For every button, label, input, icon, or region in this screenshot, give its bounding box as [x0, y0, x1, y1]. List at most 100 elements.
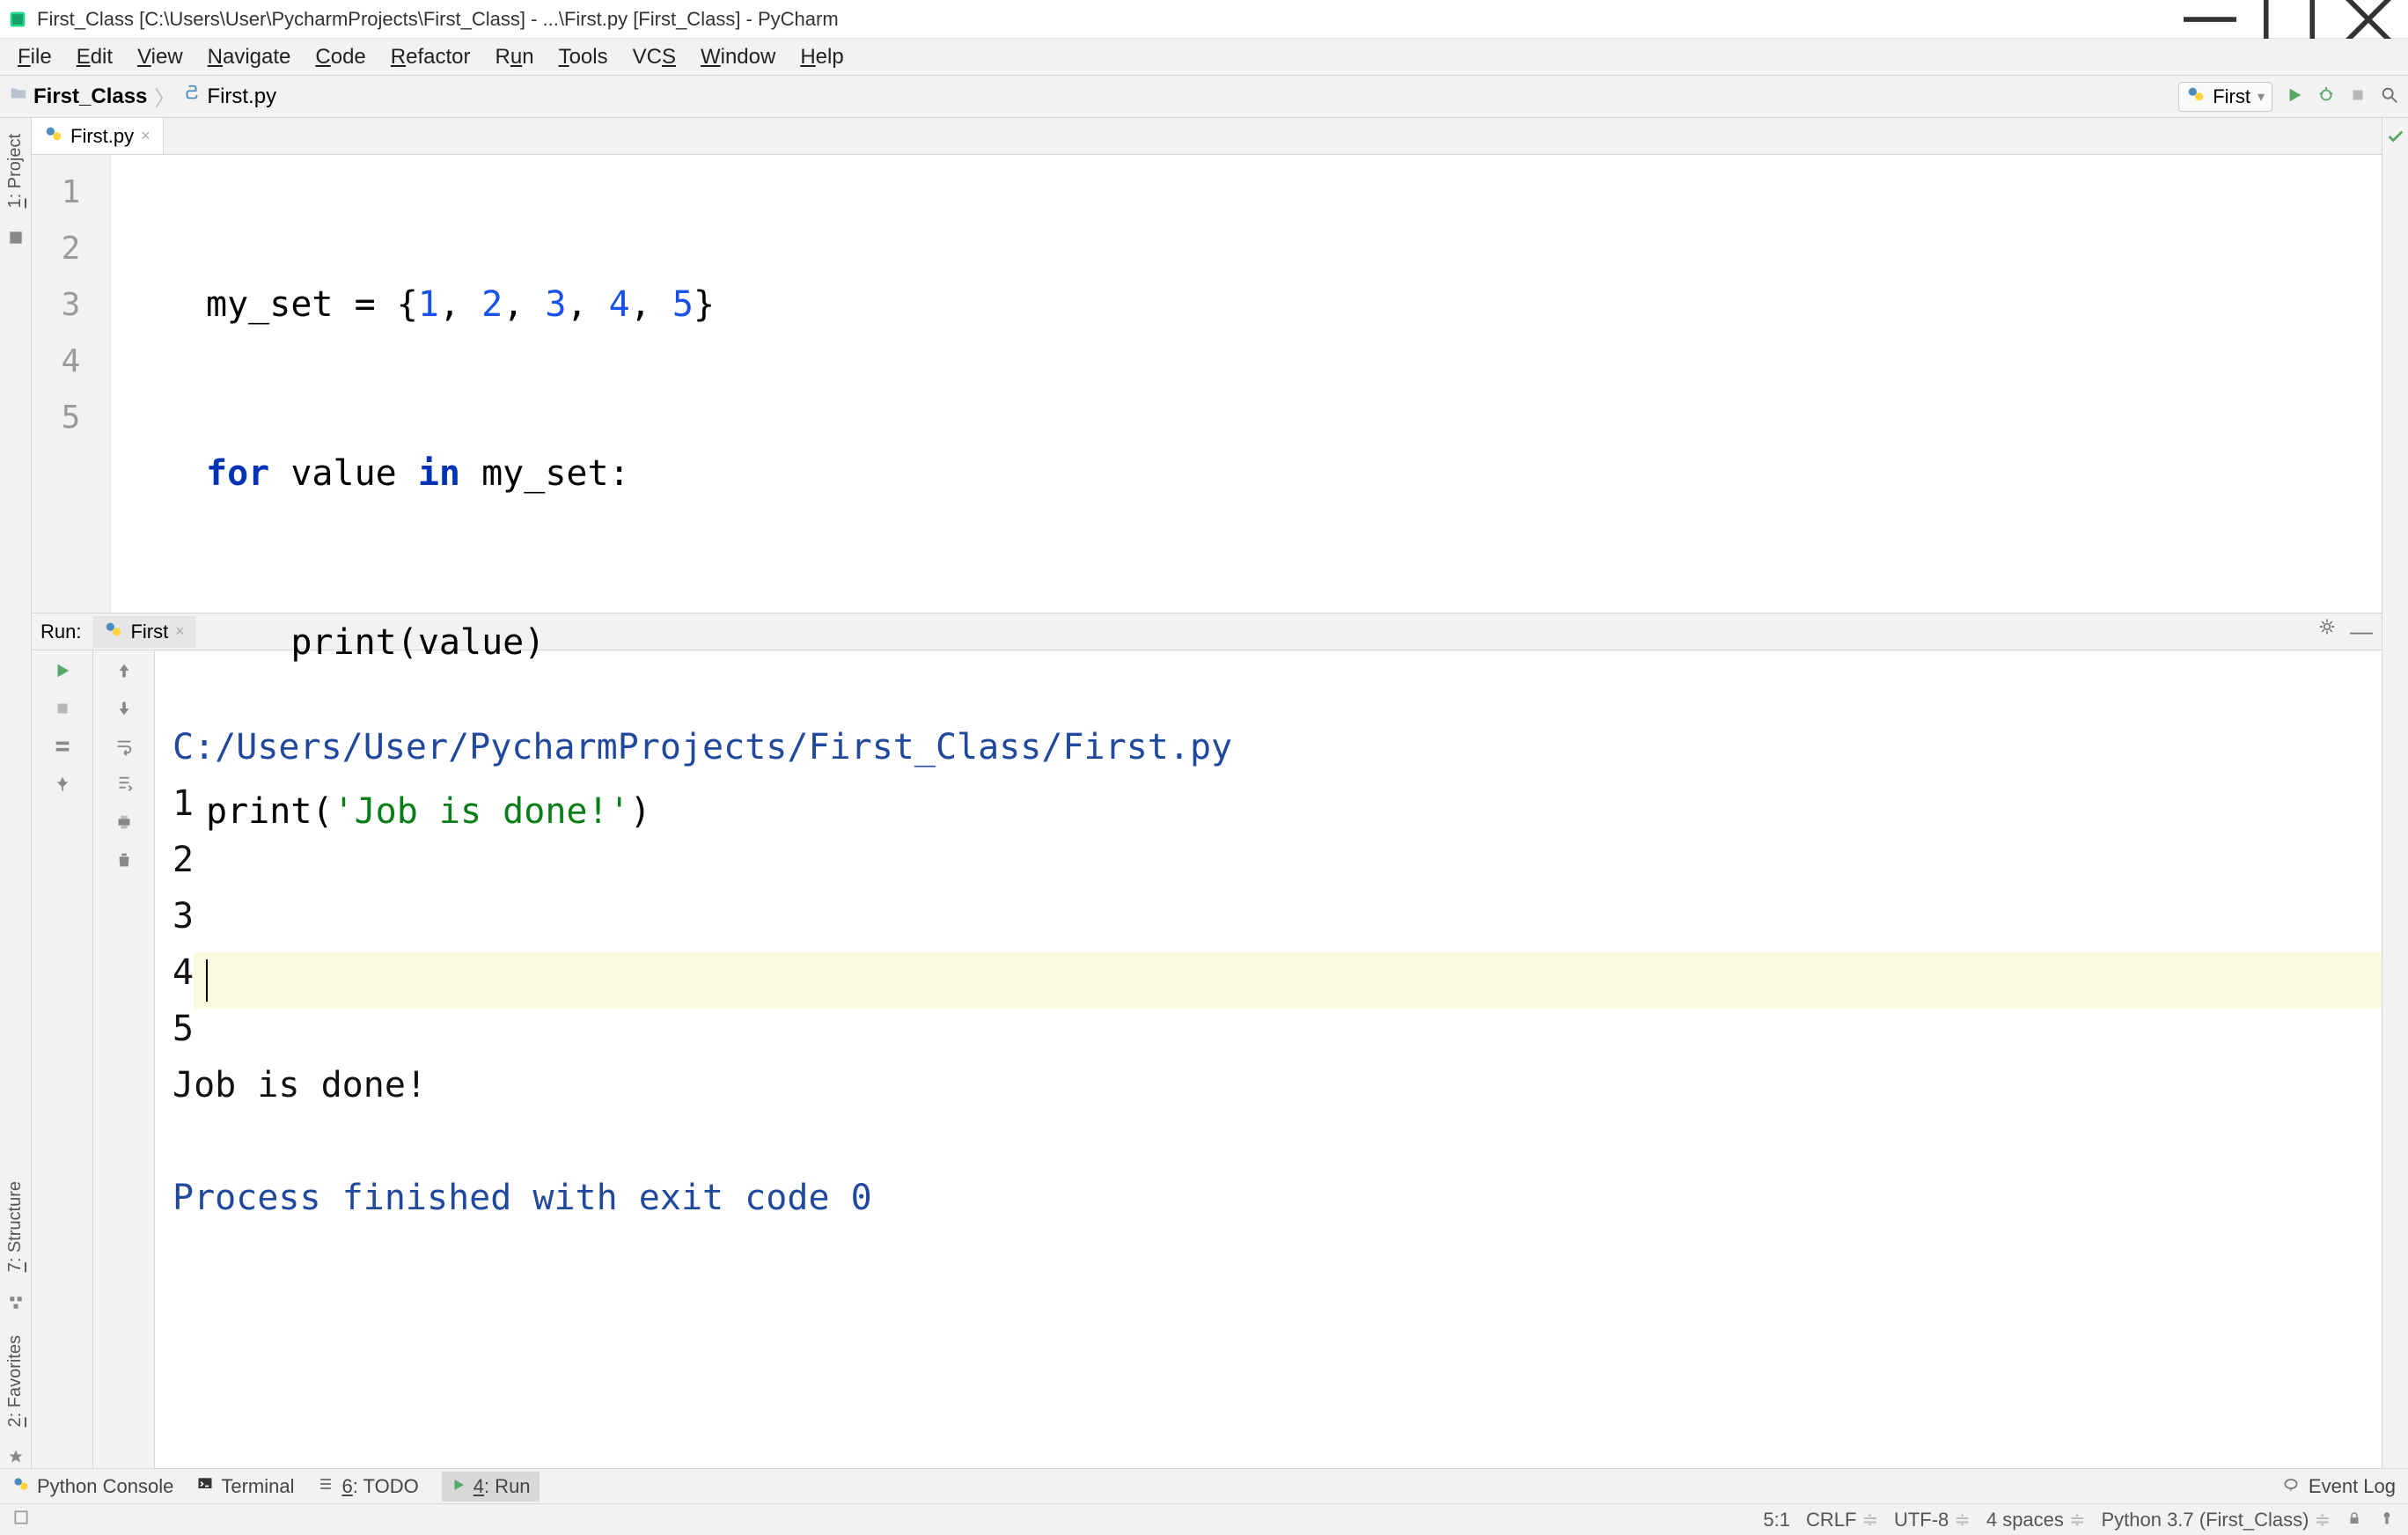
event-log-tab[interactable]: Event Log — [2309, 1475, 2396, 1498]
breadcrumb-project[interactable]: First_Class — [9, 84, 147, 109]
chevron-down-icon: ▾ — [2258, 88, 2265, 106]
run-button[interactable] — [2285, 85, 2304, 107]
menu-tools[interactable]: Tools — [547, 45, 620, 70]
right-tool-gutter — [2382, 118, 2408, 1468]
line-number: 4 — [32, 333, 110, 389]
menu-view[interactable]: View — [125, 45, 195, 70]
breadcrumb-separator: 〉 — [154, 81, 175, 112]
list-icon — [317, 1475, 334, 1498]
line-number: 2 — [32, 220, 110, 276]
line-number-gutter: 1 2 3 4 5 — [32, 155, 111, 613]
interpreter[interactable]: Python 3.7 (First_Class) ≑ — [2101, 1509, 2331, 1531]
line-number: 1 — [32, 164, 110, 220]
print-icon[interactable] — [114, 812, 134, 834]
menu-edit[interactable]: Edit — [64, 45, 125, 70]
inspector-icon[interactable] — [2378, 1509, 2396, 1531]
delete-icon[interactable] — [114, 850, 134, 872]
breadcrumb-file[interactable]: First.py — [182, 84, 276, 109]
bottom-tool-strip: Python Console Terminal 6: TODO 4: Run E… — [0, 1468, 2408, 1503]
terminal-tab[interactable]: Terminal — [196, 1475, 294, 1498]
lock-icon[interactable] — [2346, 1509, 2362, 1531]
favorites-tool-tab[interactable]: 2: Favorites — [4, 1326, 27, 1436]
run-sidebar-left — [32, 650, 93, 1468]
menu-vcs[interactable]: VCS — [620, 45, 688, 70]
output-line: 4 — [173, 952, 194, 993]
run-tab-bottom[interactable]: 4: Run — [442, 1472, 540, 1502]
code-line[interactable]: my_set = {1, 2, 3, 4, 5} — [194, 276, 2382, 333]
close-run-tab-icon[interactable]: × — [175, 622, 185, 641]
status-bar: 5:1 CRLF ≑ UTF-8 ≑ 4 spaces ≑ Python 3.7… — [0, 1503, 2408, 1535]
close-tab-icon[interactable]: × — [141, 127, 150, 145]
pycharm-icon — [7, 9, 28, 30]
down-arrow-icon[interactable] — [114, 699, 134, 721]
run-sidebar-right — [93, 650, 155, 1468]
caret-position[interactable]: 5:1 — [1763, 1509, 1790, 1531]
output-line: 2 — [173, 840, 194, 880]
structure-icon — [7, 1294, 25, 1314]
search-everywhere-button[interactable] — [2380, 85, 2399, 107]
menu-window[interactable]: Window — [688, 45, 788, 70]
window-title: First_Class [C:\Users\User\PycharmProjec… — [37, 8, 839, 31]
navigation-bar: First_Class 〉 First.py First ▾ — [0, 76, 2408, 118]
python-icon — [12, 1475, 30, 1498]
menu-bar: File Edit View Navigate Code Refactor Ru… — [0, 39, 2408, 76]
code-line[interactable]: for value in my_set: — [194, 445, 2382, 502]
play-icon — [451, 1475, 466, 1498]
indent[interactable]: 4 spaces ≑ — [1986, 1509, 2086, 1531]
menu-refactor[interactable]: Refactor — [378, 45, 483, 70]
process-finished: Process finished with exit code 0 — [173, 1178, 872, 1218]
rerun-icon[interactable] — [53, 661, 72, 683]
code-line[interactable] — [194, 952, 2382, 1009]
python-file-icon — [44, 124, 63, 149]
status-hint-icon[interactable] — [12, 1509, 30, 1531]
text-caret — [206, 959, 208, 1002]
project-icon — [7, 229, 25, 249]
terminal-icon — [196, 1475, 214, 1498]
up-arrow-icon[interactable] — [114, 661, 134, 683]
output-line: 3 — [173, 896, 194, 936]
code-area[interactable]: my_set = {1, 2, 3, 4, 5} for value in my… — [194, 155, 2382, 613]
editor-tab-first[interactable]: First.py × — [32, 118, 164, 154]
todo-tab[interactable]: 6: TODO — [317, 1475, 418, 1498]
minimize-button[interactable] — [2170, 0, 2250, 39]
editor-margin — [111, 155, 194, 613]
run-label: Run: — [40, 621, 81, 643]
menu-navigate[interactable]: Navigate — [195, 45, 304, 70]
line-number: 5 — [32, 389, 110, 445]
soft-wrap-icon[interactable] — [114, 737, 134, 759]
menu-file[interactable]: File — [5, 45, 64, 70]
line-number: 3 — [32, 276, 110, 333]
star-icon — [7, 1448, 25, 1468]
run-config-selector[interactable]: First ▾ — [2178, 82, 2272, 112]
center-column: First.py × 1 2 3 4 5 my_set = {1, 2, 3, … — [32, 118, 2382, 1468]
stop-button[interactable] — [2348, 85, 2368, 107]
maximize-button[interactable] — [2250, 0, 2329, 39]
run-tab[interactable]: First × — [93, 616, 195, 648]
menu-run[interactable]: Run — [483, 45, 547, 70]
folder-icon — [9, 84, 28, 109]
python-file-icon — [182, 84, 202, 109]
layout-icon[interactable] — [53, 737, 72, 759]
editor-tabs: First.py × — [32, 118, 2382, 155]
left-tool-gutter: 1: Project 7: Structure 2: Favorites — [0, 118, 32, 1468]
main-area: 1: Project 7: Structure 2: Favorites Fir… — [0, 118, 2408, 1468]
python-console-tab[interactable]: Python Console — [12, 1475, 173, 1498]
python-file-icon — [2186, 84, 2206, 109]
title-bar: First_Class [C:\Users\User\PycharmProjec… — [0, 0, 2408, 39]
structure-tool-tab[interactable]: 7: Structure — [4, 1172, 27, 1281]
output-line: 5 — [173, 1009, 194, 1049]
line-separator[interactable]: CRLF ≑ — [1806, 1509, 1878, 1531]
pin-icon[interactable] — [53, 775, 72, 797]
editor-body[interactable]: 1 2 3 4 5 my_set = {1, 2, 3, 4, 5} for v… — [32, 155, 2382, 613]
close-button[interactable] — [2329, 0, 2408, 39]
encoding[interactable]: UTF-8 ≑ — [1894, 1509, 1971, 1531]
project-tool-tab[interactable]: 1: Project — [4, 125, 27, 217]
code-line[interactable]: print('Job is done!') — [194, 783, 2382, 840]
menu-help[interactable]: Help — [788, 45, 855, 70]
code-line[interactable]: print(value) — [194, 614, 2382, 671]
menu-code[interactable]: Code — [303, 45, 378, 70]
scroll-to-end-icon[interactable] — [114, 775, 134, 797]
inspection-ok-icon[interactable] — [2386, 127, 2405, 149]
debug-button[interactable] — [2316, 85, 2336, 107]
stop-icon[interactable] — [53, 699, 72, 721]
